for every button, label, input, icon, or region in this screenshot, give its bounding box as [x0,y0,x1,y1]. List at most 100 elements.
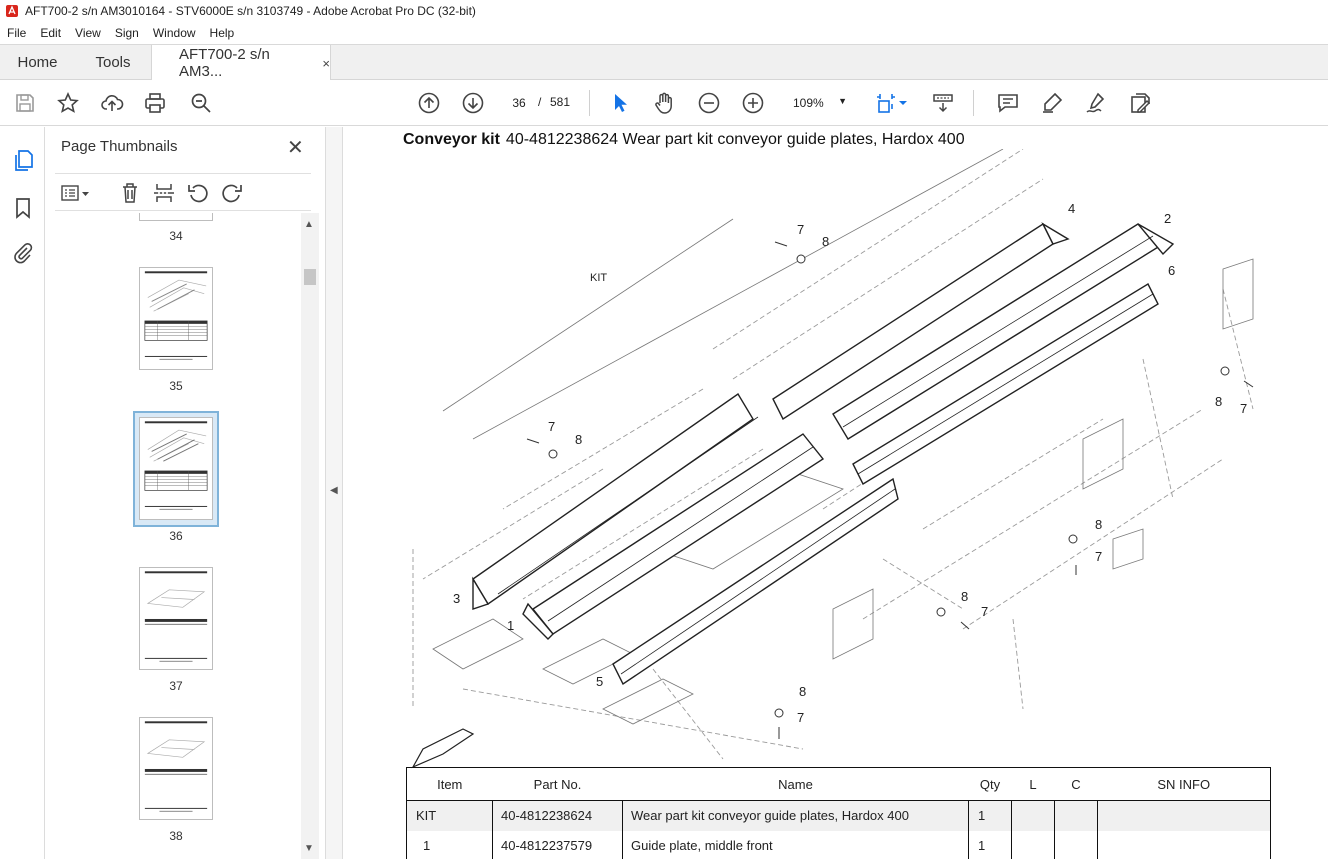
column-header-c: C [1054,767,1098,801]
options-menu-icon[interactable] [61,182,91,204]
callout-8: 8 [961,589,968,604]
callout-7: 7 [981,604,988,619]
extract-icon[interactable] [153,182,175,204]
upload-icon[interactable] [100,91,124,115]
menu-edit[interactable]: Edit [33,26,68,40]
thumbnail-scrollbar[interactable]: ▲ ▼ [301,213,319,859]
page-thumbnails-icon[interactable] [11,148,35,172]
callout-5: 5 [596,674,603,689]
thumbnail-list[interactable]: 34 35 36 37 38 [45,213,301,859]
bookmark-icon[interactable] [11,196,35,220]
callout-8: 8 [799,684,806,699]
page-down-icon[interactable] [461,91,485,115]
page-up-icon[interactable] [417,91,441,115]
cell-l [1011,800,1055,831]
callout-7: 7 [548,419,555,434]
cell-sn-info [1097,800,1271,831]
callout-4: 4 [1068,201,1075,216]
print-icon[interactable] [143,91,167,115]
zoom-in-icon[interactable] [741,91,765,115]
thumbnail-page-label: 38 [169,829,183,843]
highlight-icon[interactable] [1040,91,1064,115]
rotate-right-icon[interactable] [221,182,243,204]
column-header-part-no: Part No. [492,767,623,801]
fit-page-dropdown-icon[interactable] [896,91,910,115]
callout-3: 3 [453,591,460,606]
callout-1: 1 [507,618,514,633]
page-total: 581 [550,95,571,109]
cell-name: Wear part kit conveyor guide plates, Har… [622,800,969,831]
fit-page-icon[interactable] [874,91,898,115]
tab-bar: Home Tools AFT700-2 s/n AM3... × [0,44,1328,81]
menu-file[interactable]: File [0,26,33,40]
rotate-left-icon[interactable] [187,182,209,204]
page-heading-bold: Conveyor kit [403,131,500,148]
menu-window[interactable]: Window [146,26,203,40]
cell-name: Guide plate, middle front [622,830,969,859]
cell-part-no: 40-4812238624 [492,800,623,831]
scrollbar-thumb[interactable] [304,269,316,285]
zoom-search-icon[interactable] [189,91,213,115]
chevron-down-icon[interactable]: ▼ [304,843,314,854]
zoom-level-select[interactable]: 109% ▼ [785,92,855,114]
page-heading-rest: 40-4812238624 Wear part kit conveyor gui… [505,131,965,148]
comment-icon[interactable] [996,91,1020,115]
scroll-mode-icon[interactable] [931,91,955,115]
thumbnail-image [144,721,208,812]
tools-more-icon[interactable] [1128,91,1152,115]
collapse-panel-icon[interactable]: ◀ [330,485,338,496]
tab-document[interactable]: AFT700-2 s/n AM3... × [151,45,331,81]
table-header-row: Item Part No. Name Qty L C SN INFO [406,767,1271,801]
menu-sign[interactable]: Sign [108,26,146,40]
left-rail [0,127,45,859]
page-heading: Conveyor kit 40-4812238624 Wear part kit … [403,131,965,149]
table-row: 1 40-4812237579 Guide plate, middle fron… [406,830,1271,859]
callout-8: 8 [1095,517,1102,532]
menu-bar: File Edit View Sign Window Help [0,22,1328,44]
page-thumbnails-panel: Page Thumbnails ✕ 34 35 36 37 38 ▲ ▼ [45,127,325,859]
menu-view[interactable]: View [68,26,108,40]
callout-7: 7 [797,710,804,725]
close-icon[interactable]: ✕ [287,135,304,160]
thumbnail-image [144,421,208,510]
attachment-icon[interactable] [11,241,35,265]
panel-splitter[interactable]: ◀ [325,127,343,859]
tab-close-icon[interactable]: × [322,56,330,71]
exploded-parts-drawing: KIT 1 2 3 4 5 6 7 8 7 8 7 8 8 7 8 7 8 7 [411,149,1254,769]
cell-qty: 1 [968,830,1012,859]
select-cursor-icon[interactable] [608,91,632,115]
cell-l [1011,830,1055,859]
title-bar: AFT700-2 s/n AM3010164 - STV6000E s/n 31… [0,0,1328,22]
chevron-up-icon[interactable]: ▲ [304,219,314,230]
callout-8: 8 [575,432,582,447]
thumbnail-page-label: 37 [169,679,183,693]
hand-icon[interactable] [652,91,676,115]
cell-c [1054,830,1098,859]
save-icon[interactable] [13,91,37,115]
page-number-input[interactable]: 36 [505,92,533,114]
thumbnail-page[interactable] [139,717,213,820]
cell-qty: 1 [968,800,1012,831]
document-view[interactable]: Conveyor kit 40-4812238624 Wear part kit … [343,127,1328,859]
cell-part-no: 40-4812237579 [492,830,623,859]
callout-6: 6 [1168,263,1175,278]
cell-c [1054,800,1098,831]
page-separator: / [538,95,542,109]
parts-table: Item Part No. Name Qty L C SN INFO KIT 4… [406,767,1271,859]
thumbnail-page-selected[interactable] [139,417,213,520]
thumbnail-page[interactable] [139,267,213,370]
star-icon[interactable] [56,91,80,115]
tab-home[interactable]: Home [0,45,75,80]
thumbnail-page[interactable] [139,213,213,221]
zoom-out-icon[interactable] [697,91,721,115]
thumbnail-image [144,571,208,662]
acrobat-app-icon [6,5,18,17]
sign-icon[interactable] [1084,91,1108,115]
toolbar-divider [973,90,974,116]
delete-icon[interactable] [119,182,141,204]
menu-help[interactable]: Help [203,26,242,40]
toolbar-divider [589,90,590,116]
callout-7: 7 [1095,549,1102,564]
thumbnail-page[interactable] [139,567,213,670]
tab-tools[interactable]: Tools [75,45,151,80]
